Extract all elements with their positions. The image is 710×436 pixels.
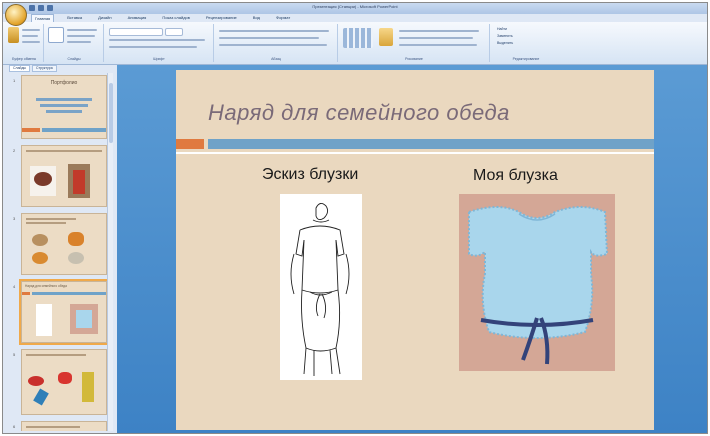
tab-outline[interactable]: Структура bbox=[32, 65, 57, 72]
accent-divider bbox=[176, 152, 654, 154]
tab-view[interactable]: Вид bbox=[250, 14, 263, 22]
slide-thumbnail-6[interactable]: 6 bbox=[13, 421, 107, 431]
paragraph-group-label: Абзац bbox=[271, 57, 281, 61]
slide-thumbnail-3[interactable]: 3 bbox=[13, 213, 107, 275]
save-icon[interactable] bbox=[29, 5, 35, 11]
tab-slide-show[interactable]: Показ слайдов bbox=[159, 14, 193, 22]
tab-slides[interactable]: Слайды bbox=[9, 65, 31, 72]
select-button[interactable]: Выделить bbox=[497, 41, 513, 45]
slides-group-label: Слайды bbox=[67, 57, 81, 61]
accent-band-blue bbox=[208, 139, 654, 149]
thumbnail-photo bbox=[30, 166, 56, 196]
clipboard-group-label: Буфер обмена bbox=[12, 57, 36, 61]
tab-review[interactable]: Рецензирование bbox=[203, 14, 240, 22]
find-button[interactable]: Найти bbox=[497, 27, 507, 31]
font-size-field[interactable] bbox=[165, 28, 183, 36]
quick-access-toolbar bbox=[29, 5, 53, 11]
arrange-icon[interactable] bbox=[379, 28, 393, 46]
font-group-label: Шрифт bbox=[153, 57, 165, 61]
paste-icon[interactable] bbox=[8, 27, 19, 43]
font-name-field[interactable] bbox=[109, 28, 163, 36]
slide-editing-area: Наряд для семейного обеда Эскиз блузки М… bbox=[117, 65, 707, 433]
tab-animation[interactable]: Анимация bbox=[125, 14, 150, 22]
slides-pane: Слайды Структура 1 Портфолио 2 3 4 Наряд… bbox=[9, 65, 113, 431]
photo-caption[interactable]: Моя блузка bbox=[473, 167, 558, 185]
thumbnail-number: 1 bbox=[13, 78, 16, 83]
window-title: Презентация (Станции) - Microsoft PowerP… bbox=[312, 4, 398, 9]
slide-thumbnail-4[interactable]: 4 Наряд для семейного обеда bbox=[13, 279, 109, 345]
tab-format[interactable]: Формат bbox=[273, 14, 293, 22]
thumbnail-photo bbox=[68, 164, 90, 198]
title-bar: Презентация (Станции) - Microsoft PowerP… bbox=[3, 3, 707, 14]
slide-thumbnail-5[interactable]: 5 bbox=[13, 349, 107, 415]
pane-tabs: Слайды Структура bbox=[9, 65, 113, 72]
slide-title[interactable]: Наряд для семейного обеда bbox=[208, 100, 510, 126]
shapes-icon[interactable] bbox=[343, 28, 373, 48]
powerpoint-window: Презентация (Станции) - Microsoft PowerP… bbox=[2, 2, 708, 434]
editing-group-label: Редактирование bbox=[512, 57, 540, 61]
pane-scrollbar[interactable] bbox=[107, 73, 113, 431]
tab-home[interactable]: Главная bbox=[31, 14, 55, 22]
thumbnail-number: 6 bbox=[13, 424, 16, 429]
drawing-group: Рисование bbox=[339, 24, 490, 62]
font-group: Шрифт bbox=[105, 24, 214, 62]
thumbnail-title: Портфолио bbox=[50, 80, 78, 86]
tab-design[interactable]: Дизайн bbox=[95, 14, 114, 22]
new-slide-icon[interactable] bbox=[48, 27, 64, 43]
sketch-caption[interactable]: Эскиз блузки bbox=[262, 166, 358, 184]
paragraph-group: Абзац bbox=[215, 24, 338, 62]
blouse-sketch-drawing bbox=[290, 203, 350, 376]
current-slide[interactable]: Наряд для семейного обеда Эскиз блузки М… bbox=[176, 70, 654, 430]
editing-group: Найти Заменить Выделить Редактирование bbox=[491, 24, 561, 62]
thumbnail-number: 2 bbox=[13, 148, 16, 153]
slide-thumbnail-1[interactable]: 1 Портфолио bbox=[13, 75, 107, 139]
slides-group: Слайды bbox=[45, 24, 104, 62]
pane-scroll-thumb[interactable] bbox=[109, 83, 113, 143]
thumbnail-number: 5 bbox=[13, 352, 16, 357]
thumbnail-number: 3 bbox=[13, 216, 16, 221]
blouse-sketch-image[interactable] bbox=[280, 194, 362, 380]
undo-icon[interactable] bbox=[38, 5, 44, 11]
drawing-group-label: Рисование bbox=[405, 57, 423, 61]
accent-band-orange bbox=[176, 139, 204, 149]
office-button[interactable] bbox=[5, 4, 27, 26]
thumbnail-number: 4 bbox=[13, 284, 16, 289]
replace-button[interactable]: Заменить bbox=[497, 34, 513, 38]
redo-icon[interactable] bbox=[47, 5, 53, 11]
ribbon-tabs: Главная Вставка Дизайн Анимация Показ сл… bbox=[31, 14, 293, 22]
tab-insert[interactable]: Вставка bbox=[64, 14, 85, 22]
thumbnail-title: Наряд для семейного обеда bbox=[25, 284, 67, 288]
blouse-photo-image[interactable] bbox=[459, 194, 615, 371]
slide-thumbnail-2[interactable]: 2 bbox=[13, 145, 107, 207]
ribbon: Буфер обмена Слайды Шрифт Абзац Рисовани… bbox=[3, 22, 707, 65]
clipboard-group: Буфер обмена bbox=[5, 24, 44, 62]
blouse-photo-drawing bbox=[468, 206, 609, 365]
